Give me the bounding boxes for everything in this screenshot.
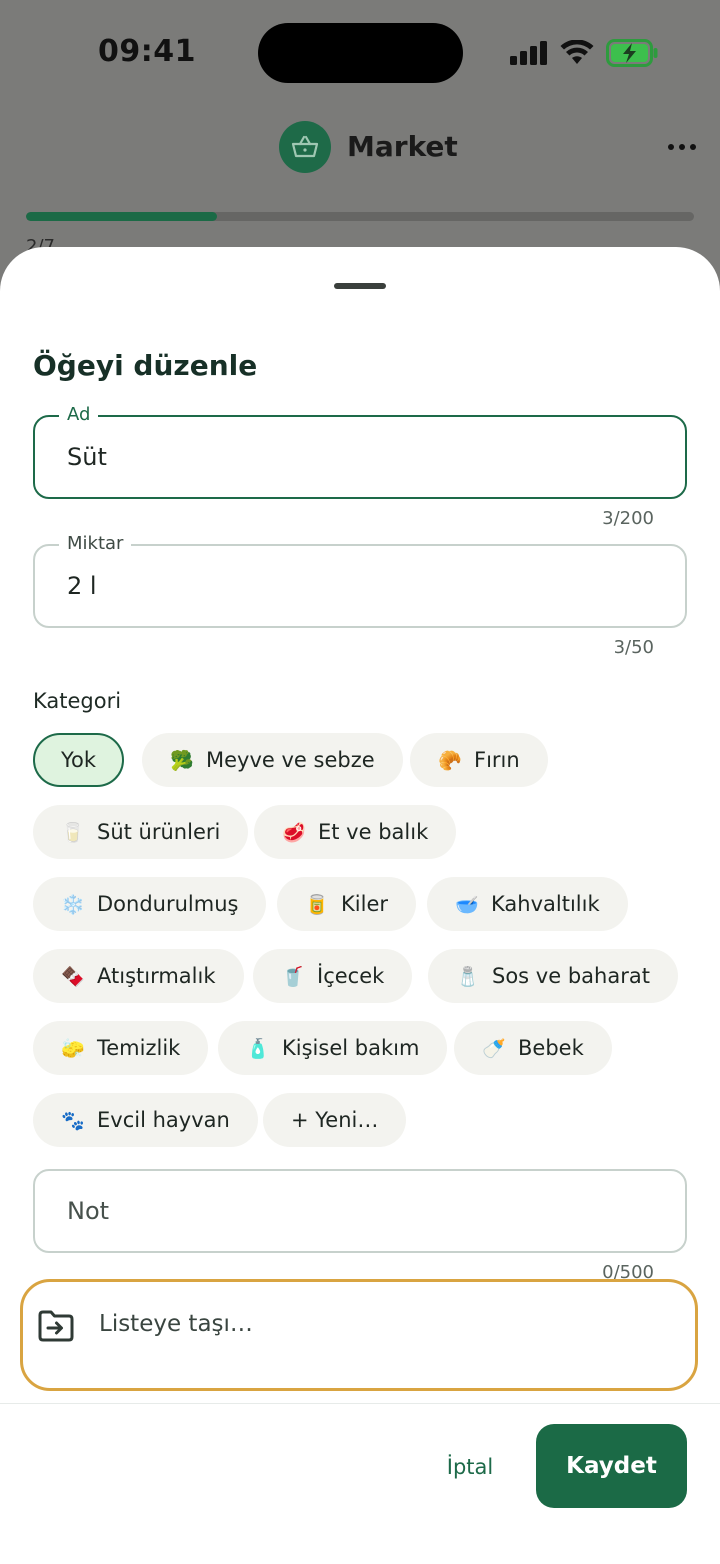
chip-label: Kişisel bakım	[282, 1036, 420, 1060]
bowl-icon: 🥣	[455, 893, 479, 916]
chip-label: Kiler	[341, 892, 388, 916]
chip-label: Sos ve baharat	[492, 964, 650, 988]
chip-label: Dondurulmuş	[97, 892, 239, 916]
note-placeholder[interactable]: Not	[67, 1197, 109, 1225]
cancel-button[interactable]: İptal	[430, 1441, 510, 1493]
category-chip-frozen[interactable]: ❄️ Dondurulmuş	[33, 877, 267, 931]
sponge-icon: 🧽	[61, 1037, 85, 1060]
dynamic-island	[258, 23, 463, 83]
move-to-list-label: Listeye taşı…	[99, 1311, 253, 1337]
category-chip-bakery[interactable]: 🥐 Fırın	[410, 733, 548, 787]
sheet-drag-handle[interactable]	[334, 283, 386, 289]
chip-label: Atıştırmalık	[97, 964, 216, 988]
category-label: Kategori	[33, 689, 122, 713]
add-category-chip[interactable]: + Yeni…	[263, 1093, 407, 1147]
category-chip-baby[interactable]: 🍼 Bebek	[454, 1021, 612, 1075]
milk-glass-icon: 🥛	[61, 821, 85, 844]
name-field-label: Ad	[59, 404, 99, 426]
chip-label: Temizlik	[97, 1036, 181, 1060]
quantity-field-label: Miktar	[59, 533, 132, 555]
move-to-list-button[interactable]: Listeye taşı…	[20, 1279, 698, 1391]
name-field[interactable]: Ad Süt	[33, 404, 687, 499]
chip-label: Meyve ve sebze	[206, 748, 375, 772]
more-options-icon[interactable]	[662, 132, 702, 162]
chip-label: Kahvaltılık	[491, 892, 600, 916]
action-divider	[0, 1403, 720, 1404]
signal-icon	[510, 41, 547, 65]
baby-bottle-icon: 🍼	[482, 1037, 506, 1060]
status-time: 09:41	[98, 34, 196, 69]
name-counter: 3/200	[602, 508, 654, 529]
chip-label: Bebek	[518, 1036, 584, 1060]
quantity-field-value[interactable]: 2 l	[67, 572, 97, 600]
salt-shaker-icon: 🧂	[456, 965, 480, 988]
category-chip-snacks[interactable]: 🍫 Atıştırmalık	[33, 949, 244, 1003]
status-icons	[510, 38, 658, 68]
category-chip-pets[interactable]: 🐾 Evcil hayvan	[33, 1093, 258, 1147]
move-to-folder-icon	[38, 1310, 74, 1342]
quantity-counter: 3/50	[613, 637, 654, 658]
chip-label: Evcil hayvan	[97, 1108, 230, 1132]
paw-icon: 🐾	[61, 1109, 85, 1132]
cup-icon: 🥤	[281, 965, 305, 988]
meat-icon: 🥩	[282, 821, 306, 844]
basket-icon	[279, 121, 331, 173]
category-chip-personal-care[interactable]: 🧴 Kişisel bakım	[218, 1021, 448, 1075]
lotion-bottle-icon: 🧴	[246, 1037, 270, 1060]
chip-label: Fırın	[474, 748, 520, 772]
chocolate-icon: 🍫	[61, 965, 85, 988]
list-title: Market	[347, 130, 458, 163]
note-field[interactable]: Not	[33, 1169, 687, 1253]
category-chip-breakfast[interactable]: 🥣 Kahvaltılık	[427, 877, 628, 931]
category-chip-dairy[interactable]: 🥛 Süt ürünleri	[33, 805, 249, 859]
chip-label: İçecek	[317, 964, 385, 988]
quantity-field[interactable]: Miktar 2 l	[33, 533, 687, 628]
app-header: Market	[0, 118, 720, 180]
chip-label: Yok	[61, 748, 97, 772]
croissant-icon: 🥐	[438, 749, 462, 772]
broccoli-icon: 🥦	[170, 749, 194, 772]
edit-item-sheet: Öğeyi düzenle Ad Süt 3/200 Miktar 2 l 3/…	[0, 247, 720, 1564]
name-field-value[interactable]: Süt	[67, 443, 107, 471]
category-chip-cleaning[interactable]: 🧽 Temizlik	[33, 1021, 209, 1075]
list-progress-bar	[26, 212, 694, 221]
category-chip-condiments[interactable]: 🧂 Sos ve baharat	[428, 949, 678, 1003]
wifi-icon	[560, 40, 594, 64]
chip-label: + Yeni…	[291, 1108, 379, 1132]
chip-label: Süt ürünleri	[97, 820, 221, 844]
snowflake-icon: ❄️	[61, 893, 85, 916]
sheet-title: Öğeyi düzenle	[33, 349, 258, 382]
can-icon: 🥫	[305, 893, 329, 916]
save-button[interactable]: Kaydet	[536, 1424, 687, 1508]
category-chip-meat[interactable]: 🥩 Et ve balık	[254, 805, 457, 859]
battery-icon	[606, 39, 658, 67]
category-chip-produce[interactable]: 🥦 Meyve ve sebze	[142, 733, 403, 787]
chip-label: Et ve balık	[318, 820, 429, 844]
category-chip-none[interactable]: Yok	[33, 733, 125, 787]
category-chip-pantry[interactable]: 🥫 Kiler	[277, 877, 416, 931]
progress-fill	[26, 212, 217, 221]
category-chip-drinks[interactable]: 🥤 İçecek	[253, 949, 413, 1003]
